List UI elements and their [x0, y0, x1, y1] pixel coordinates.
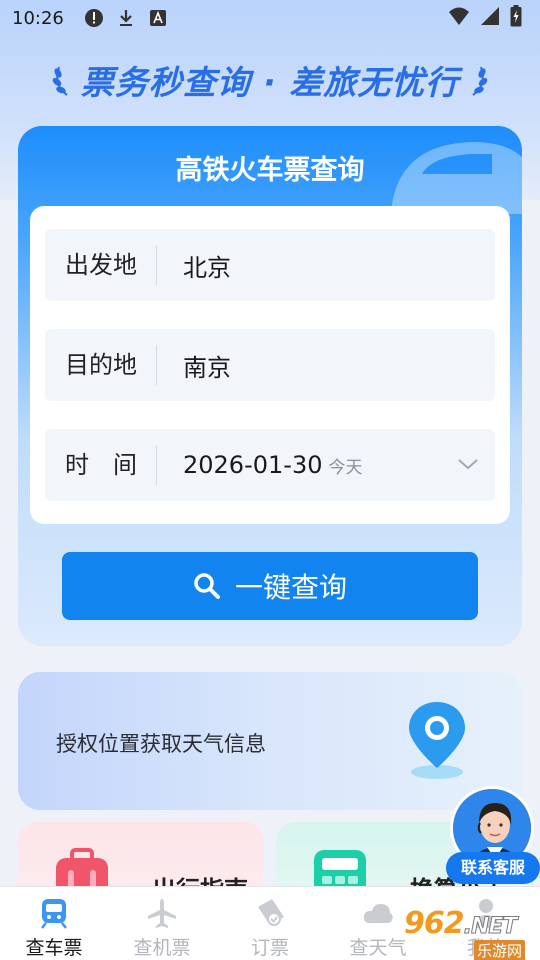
cloud-icon: [363, 903, 393, 923]
wifi-icon: [448, 6, 470, 30]
customer-service-button[interactable]: 联系客服: [446, 786, 540, 886]
plane-icon: [148, 899, 176, 928]
ticket-query-card: 高铁火车票查询 出发地 北京 目的地 南京 时 间 2026-01-30 今天 一…: [18, 126, 522, 646]
destination-value: 南京: [183, 353, 231, 382]
ticket-icon: [258, 899, 284, 926]
customer-service-label: 联系客服: [446, 852, 540, 884]
date-field[interactable]: 时 间 2026-01-30 今天: [45, 429, 495, 501]
location-pin-icon: [409, 702, 465, 779]
date-value: 2026-01-30 今天: [157, 451, 362, 479]
destination-field[interactable]: 目的地 南京: [45, 329, 495, 401]
date-text: 2026-01-30: [183, 451, 323, 479]
search-icon: [194, 573, 220, 599]
battery-icon: [510, 5, 522, 31]
font-icon: [148, 8, 168, 28]
tab-booking[interactable]: 订票: [216, 887, 324, 960]
tab-flight-tickets[interactable]: 查机票: [108, 887, 216, 960]
watermark-site-name: 乐游网: [474, 940, 526, 960]
slogan-text: 票务秒查询 · 差旅无忧行: [80, 63, 460, 102]
weather-prompt: 授权位置获取天气信息: [56, 732, 266, 756]
search-button-label: 一键查询: [234, 571, 347, 604]
status-bar: 10:26: [0, 0, 540, 36]
signal-icon: [480, 6, 500, 30]
chevron-down-icon[interactable]: [457, 453, 479, 475]
date-label: 时 间: [45, 445, 157, 485]
departure-value: 北京: [183, 253, 231, 282]
tab-train-tickets[interactable]: 查车票: [0, 887, 108, 960]
status-time: 10:26: [12, 7, 64, 29]
download-icon: [116, 8, 136, 28]
card-title: 高铁火车票查询: [175, 155, 365, 186]
search-button[interactable]: 一键查询: [62, 552, 478, 620]
tab-booking-label: 订票: [250, 937, 289, 959]
laurel-left-icon: [52, 66, 68, 96]
query-form: 出发地 北京 目的地 南京 时 间 2026-01-30 今天: [30, 206, 510, 524]
slogan-banner: 票务秒查询 · 差旅无忧行: [0, 56, 540, 104]
departure-label: 出发地: [45, 245, 157, 285]
watermark-logo: 962.NET: [404, 906, 518, 941]
destination-label: 目的地: [45, 345, 157, 385]
train-icon: [41, 899, 67, 929]
tab-flight-tickets-label: 查机票: [133, 937, 191, 959]
departure-field[interactable]: 出发地 北京: [45, 229, 495, 301]
tab-train-tickets-label: 查车票: [25, 937, 83, 959]
date-today-tag: 今天: [328, 458, 363, 478]
laurel-right-icon: [472, 66, 488, 96]
alert-icon: [84, 8, 104, 28]
site-watermark: 962.NET 乐游网: [404, 906, 540, 960]
